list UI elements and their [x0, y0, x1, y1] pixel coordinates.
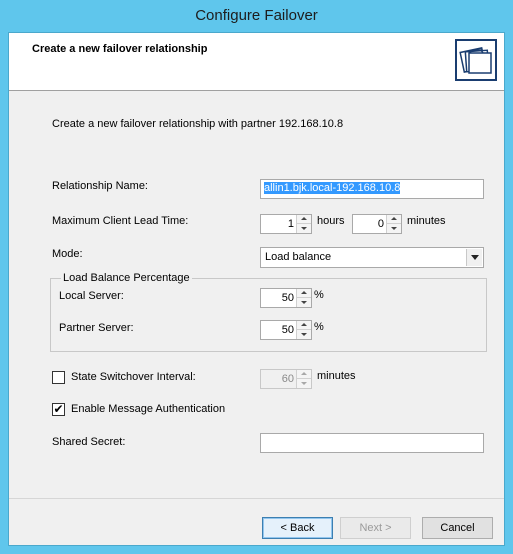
local-server-spinner[interactable]: 50 — [260, 288, 312, 308]
spin-up-icon[interactable] — [297, 215, 311, 224]
partner-server-spinner[interactable]: 50 — [260, 320, 312, 340]
local-server-label: Local Server: — [59, 290, 124, 302]
spinner-buttons — [296, 215, 311, 233]
mode-label: Mode: — [52, 248, 83, 260]
spinner-buttons — [296, 321, 311, 339]
next-button: Next > — [340, 517, 411, 539]
mclt-hours-spinner[interactable]: 1 — [260, 214, 312, 234]
minutes-label: minutes — [407, 215, 446, 227]
window-title: Configure Failover — [195, 7, 318, 24]
shared-secret-input[interactable] — [260, 433, 484, 453]
configure-failover-window: Configure Failover Create a new failover… — [0, 0, 513, 554]
back-button[interactable]: < Back — [262, 517, 333, 539]
spin-down-icon — [297, 379, 311, 388]
intro-text: Create a new failover relationship with … — [52, 118, 344, 130]
spinner-buttons — [296, 289, 311, 307]
mode-value: Load balance — [265, 251, 332, 263]
partner-percent-sign: % — [314, 321, 324, 333]
enable-auth-label: Enable Message Authentication — [71, 403, 226, 415]
spin-up-icon[interactable] — [387, 215, 401, 224]
state-switchover-checkbox[interactable] — [52, 371, 65, 384]
mclt-minutes-spinner[interactable]: 0 — [352, 214, 402, 234]
partner-server-value: 50 — [281, 324, 294, 336]
spin-up-icon[interactable] — [297, 289, 311, 298]
folders-icon — [455, 39, 497, 81]
header-title: Create a new failover relationship — [32, 43, 208, 55]
spin-down-icon[interactable] — [297, 298, 311, 307]
state-switchover-spinner: 60 — [260, 369, 312, 389]
partner-server-label: Partner Server: — [59, 322, 134, 334]
mclt-label: Maximum Client Lead Time: — [52, 215, 189, 227]
spin-down-icon[interactable] — [387, 224, 401, 233]
mclt-minutes-value: 0 — [377, 218, 384, 230]
checkmark-icon: ✔ — [53, 402, 64, 416]
spinner-buttons — [296, 370, 311, 388]
mode-select[interactable]: Load balance — [260, 247, 484, 268]
local-server-value: 50 — [281, 292, 294, 304]
state-switchover-label: State Switchover Interval: — [71, 371, 196, 383]
relationship-name-label: Relationship Name: — [52, 180, 148, 192]
spin-up-icon[interactable] — [297, 321, 311, 330]
spinner-buttons — [386, 215, 401, 233]
shared-secret-label: Shared Secret: — [52, 436, 126, 448]
spin-down-icon[interactable] — [297, 224, 311, 233]
wizard-header: Create a new failover relationship — [9, 33, 504, 91]
spin-down-icon[interactable] — [297, 330, 311, 339]
enable-auth-checkbox[interactable]: ✔ — [52, 403, 65, 416]
hours-label: hours — [317, 215, 345, 227]
load-balance-group-label: Load Balance Percentage — [61, 272, 192, 284]
mclt-hours-value: 1 — [287, 218, 294, 230]
footer-divider — [9, 498, 504, 499]
state-switchover-unit: minutes — [317, 370, 356, 382]
state-switchover-value: 60 — [281, 373, 294, 385]
chevron-down-icon[interactable] — [466, 249, 482, 266]
relationship-name-input[interactable]: allin1.bjk.local-192.168.10.8 — [260, 179, 484, 199]
local-percent-sign: % — [314, 289, 324, 301]
spin-up-icon — [297, 370, 311, 379]
cancel-button[interactable]: Cancel — [422, 517, 493, 539]
relationship-name-value: allin1.bjk.local-192.168.10.8 — [264, 182, 401, 194]
dialog-client-area: Create a new failover relationship Creat… — [8, 32, 505, 546]
